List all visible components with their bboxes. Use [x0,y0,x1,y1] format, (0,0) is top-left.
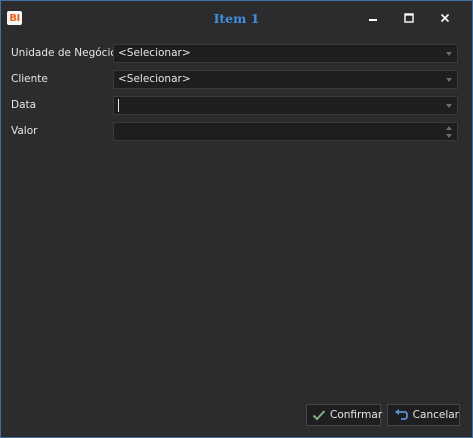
cliente-label: Cliente [11,73,48,85]
data-date-field[interactable] [113,96,458,115]
dialog-window: BI Item 1 Unidade de Negócio <Selecionar… [0,0,473,438]
cliente-dropdown[interactable]: <Selecionar> [113,70,458,89]
text-caret [118,99,119,112]
cancel-button[interactable]: Cancelar [387,404,460,426]
valor-label: Valor [11,125,38,137]
spin-down-icon[interactable] [446,134,452,138]
close-button[interactable] [433,7,457,29]
minimize-icon [369,19,377,21]
valor-spin-field[interactable] [113,122,458,141]
chevron-down-icon[interactable] [446,104,452,108]
spin-up-icon[interactable] [446,126,452,130]
title-bar[interactable]: BI Item 1 [1,1,472,35]
chevron-down-icon[interactable] [446,78,452,82]
undo-icon [393,408,409,422]
close-icon [440,13,450,23]
data-label: Data [11,99,37,111]
maximize-icon [404,13,414,23]
check-icon [312,408,326,422]
confirm-label: Confirmar [330,409,383,421]
cliente-value: <Selecionar> [118,73,191,85]
maximize-button[interactable] [397,7,421,29]
unidade-dropdown[interactable]: <Selecionar> [113,44,458,63]
cancel-label: Cancelar [412,409,459,421]
unidade-label: Unidade de Negócio [11,47,117,59]
chevron-down-icon[interactable] [446,52,452,56]
minimize-button[interactable] [361,7,385,29]
confirm-button[interactable]: Confirmar [306,404,383,426]
unidade-value: <Selecionar> [118,47,191,59]
